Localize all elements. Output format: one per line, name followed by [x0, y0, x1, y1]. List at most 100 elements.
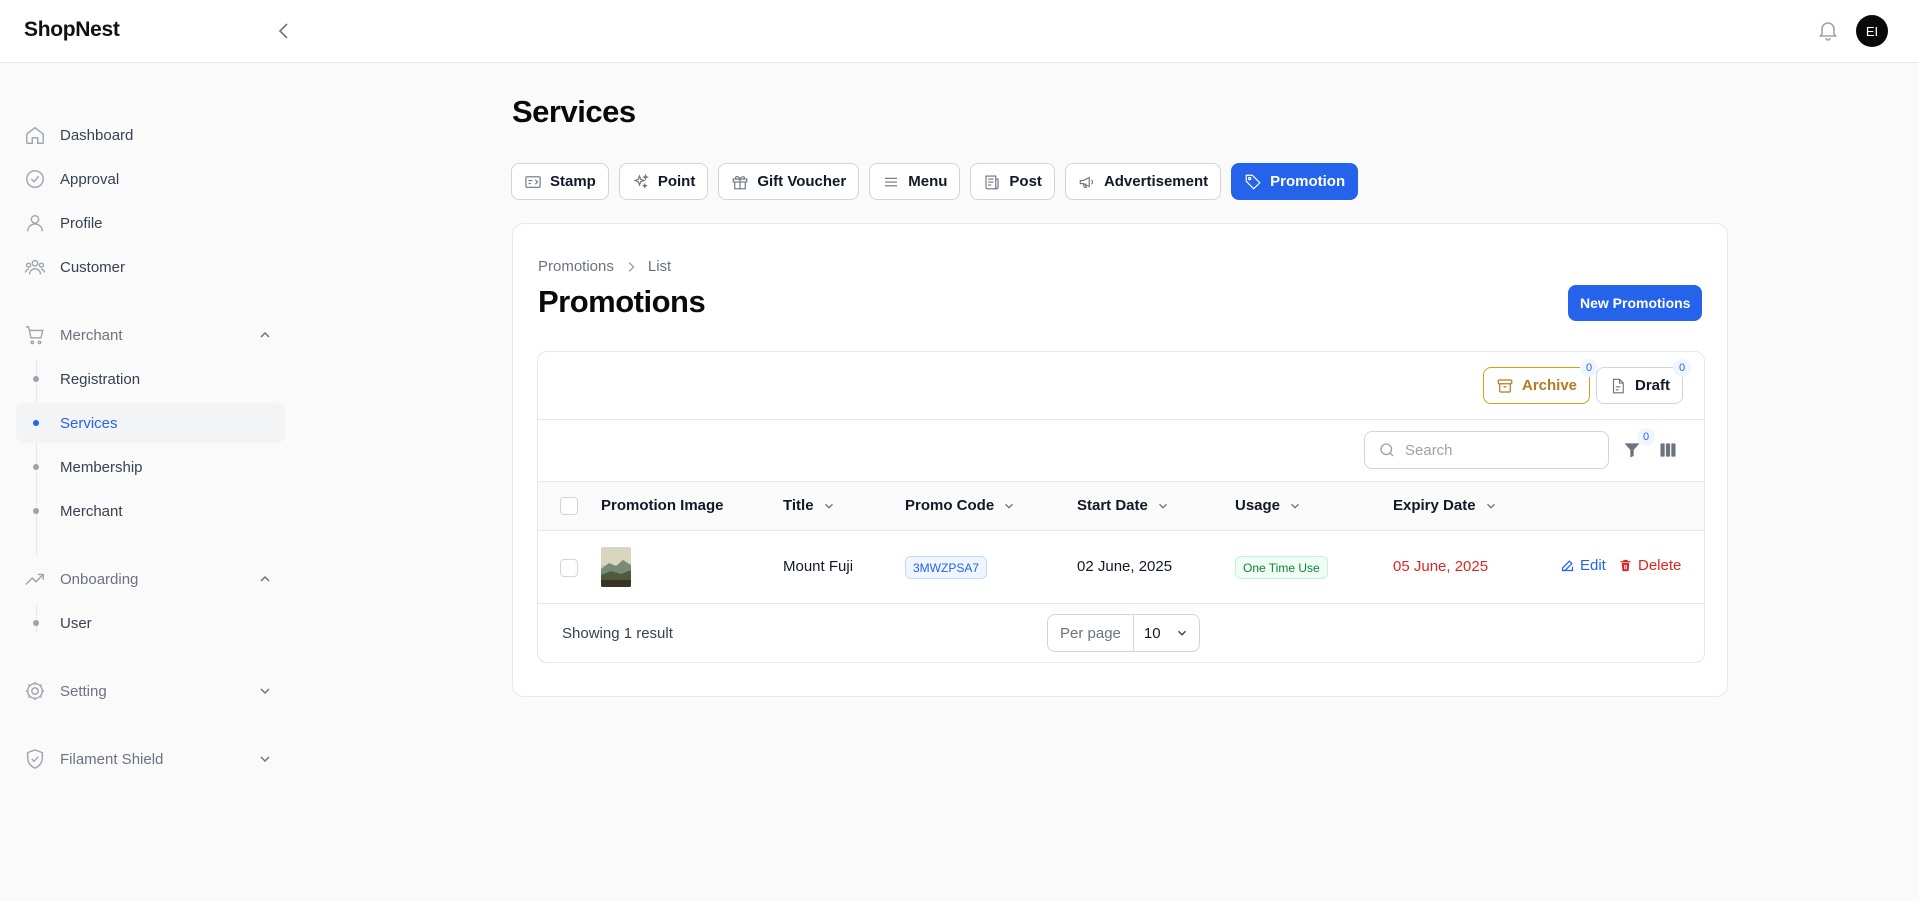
sidebar-item-label: Services — [60, 414, 118, 432]
sidebar-item-user[interactable]: User — [16, 603, 285, 643]
tab-label: Gift Voucher — [757, 173, 847, 190]
table-row[interactable]: Mount Fuji 3MWZPSA7 02 June, 2025 One Ti… — [538, 531, 1704, 604]
column-header-usage[interactable]: Usage — [1235, 497, 1302, 514]
sidebar-item-label: Membership — [60, 458, 143, 476]
service-tabs: Stamp Point Gift Voucher Menu Post Adver… — [511, 163, 1359, 200]
select-all-checkbox[interactable] — [560, 497, 578, 515]
breadcrumb-promotions[interactable]: Promotions — [538, 258, 614, 275]
trash-icon — [1618, 558, 1633, 573]
per-page-label: Per page — [1048, 615, 1134, 651]
new-promotions-button[interactable]: New Promotions — [1568, 285, 1703, 321]
draft-button[interactable]: Draft 0 — [1596, 359, 1692, 404]
archive-icon — [1496, 377, 1514, 395]
sidebar-item-label: User — [60, 614, 92, 632]
sidebar-item-label: Dashboard — [60, 126, 134, 144]
column-header-title[interactable]: Title — [783, 497, 836, 514]
chevron-up-icon — [257, 327, 273, 343]
sidebar-item-label: Registration — [60, 370, 141, 388]
sidebar-item-services[interactable]: Services — [16, 403, 285, 443]
tab-stamp[interactable]: Stamp — [511, 163, 609, 200]
archive-button[interactable]: Archive 0 — [1483, 359, 1599, 404]
table-header: Promotion Image Title Promo Code Start D… — [538, 482, 1704, 531]
per-page-select[interactable]: Per page 10 — [1047, 614, 1200, 652]
chevron-down-icon — [1156, 499, 1170, 513]
avatar[interactable]: EI — [1856, 15, 1888, 47]
column-header-promotion-image: Promotion Image — [601, 497, 724, 514]
column-header-promo-code[interactable]: Promo Code — [905, 497, 1016, 514]
chevron-down-icon — [1002, 499, 1016, 513]
top-bar: ShopNest EI — [0, 0, 1919, 63]
sidebar-item-merchant[interactable]: Merchant — [16, 491, 285, 531]
chevron-down-icon — [257, 683, 273, 699]
card-title: Promotions — [538, 284, 706, 319]
nav-dot — [33, 376, 39, 382]
chevron-right-icon — [624, 260, 638, 274]
row-expiry-date: 05 June, 2025 — [1393, 558, 1489, 575]
draft-label: Draft — [1635, 377, 1671, 394]
column-label: Promo Code — [905, 497, 995, 514]
sidebar-group-label: Onboarding — [60, 570, 139, 588]
tab-label: Advertisement — [1103, 173, 1209, 190]
table-footer: Showing 1 result Per page 10 — [538, 604, 1704, 664]
tab-promotion[interactable]: Promotion — [1231, 163, 1359, 200]
chevron-down-icon — [1484, 499, 1498, 513]
search-input[interactable] — [1405, 432, 1600, 468]
sidebar-item-membership[interactable]: Membership — [16, 447, 285, 487]
row-start-date: 02 June, 2025 — [1077, 558, 1173, 575]
draft-count-badge: 0 — [1673, 359, 1692, 377]
ticket-icon — [524, 173, 542, 191]
nav-dot — [33, 508, 39, 514]
delete-button[interactable]: Delete — [1618, 557, 1681, 574]
sidebar-item-approval[interactable]: Approval — [16, 159, 285, 199]
row-checkbox[interactable] — [560, 559, 578, 577]
column-header-start-date[interactable]: Start Date — [1077, 497, 1170, 514]
sidebar-item-registration[interactable]: Registration — [16, 359, 285, 399]
sidebar-group-merchant[interactable]: Merchant — [16, 315, 285, 355]
tab-point[interactable]: Point — [618, 163, 709, 200]
sidebar-item-customer[interactable]: Customer — [16, 247, 285, 287]
table-search-toolbar: 0 — [538, 420, 1704, 482]
chevron-down-icon — [1288, 499, 1302, 513]
user-icon — [24, 212, 46, 234]
column-label: Title — [783, 497, 814, 514]
tag-icon — [1244, 173, 1262, 191]
column-header-expiry-date[interactable]: Expiry Date — [1393, 497, 1498, 514]
search-box — [1364, 431, 1609, 469]
home-icon — [24, 124, 46, 146]
per-page-dropdown[interactable]: 10 — [1134, 615, 1199, 651]
nav-dot — [33, 620, 39, 626]
cog-icon — [24, 680, 46, 702]
sidebar-item-dashboard[interactable]: Dashboard — [16, 115, 285, 155]
column-label: Usage — [1235, 497, 1281, 514]
result-count: Showing 1 result — [562, 625, 673, 642]
users-icon — [24, 256, 46, 278]
tab-post[interactable]: Post — [970, 163, 1055, 200]
usage-badge: One Time Use — [1235, 556, 1328, 579]
tab-menu[interactable]: Menu — [869, 163, 961, 200]
brand-logo[interactable]: ShopNest — [24, 18, 120, 42]
gift-icon — [731, 173, 749, 191]
sidebar-item-label: Merchant — [60, 502, 123, 520]
tab-gift-voucher[interactable]: Gift Voucher — [718, 163, 860, 200]
sidebar-item-profile[interactable]: Profile — [16, 203, 285, 243]
chevron-down-icon — [822, 499, 836, 513]
sidebar-item-label: Profile — [60, 214, 103, 232]
cart-icon — [24, 324, 46, 346]
row-title: Mount Fuji — [783, 558, 854, 575]
sidebar-item-label: Approval — [60, 170, 120, 188]
tab-advertisement[interactable]: Advertisement — [1064, 163, 1222, 200]
sidebar-group-onboarding[interactable]: Onboarding — [16, 559, 285, 599]
collapse-sidebar-icon[interactable] — [272, 19, 296, 43]
delete-label: Delete — [1638, 557, 1682, 574]
chevron-up-icon — [257, 571, 273, 587]
sidebar-group-filament-shield[interactable]: Filament Shield — [16, 739, 285, 779]
menu-icon — [882, 173, 900, 191]
breadcrumb-list: List — [647, 258, 672, 275]
per-page-value: 10 — [1143, 624, 1161, 642]
megaphone-icon — [1078, 173, 1096, 191]
edit-button[interactable]: Edit — [1560, 557, 1606, 574]
columns-icon[interactable] — [1658, 440, 1678, 460]
bell-icon[interactable] — [1816, 18, 1840, 42]
sidebar-group-setting[interactable]: Setting — [16, 671, 285, 711]
tab-label: Stamp — [550, 173, 596, 190]
